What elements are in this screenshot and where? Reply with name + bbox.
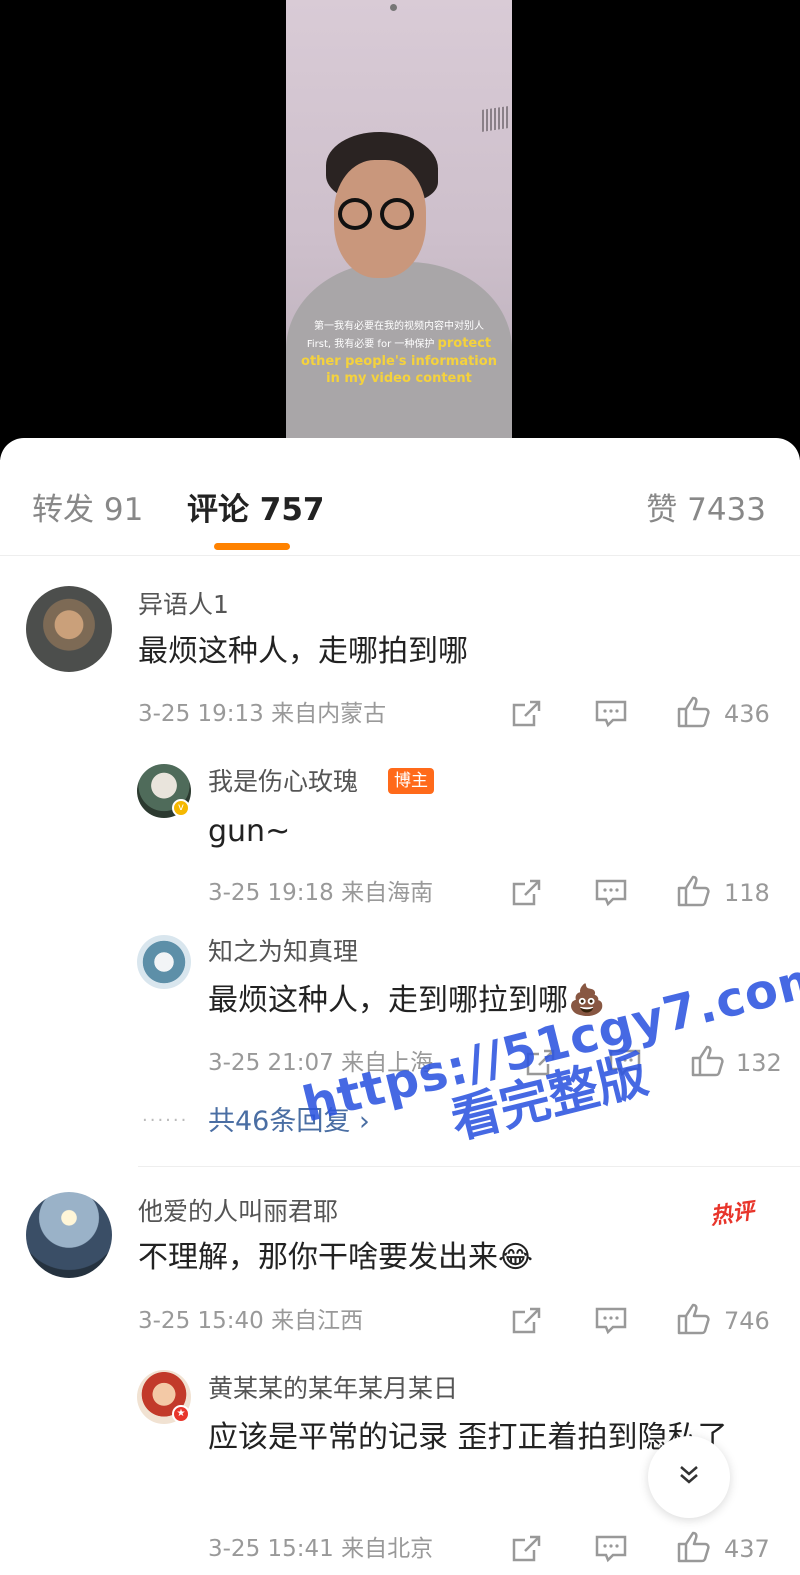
- subtitle-en-protect: protect: [437, 336, 492, 351]
- tab-likes[interactable]: 赞 7433: [646, 490, 766, 530]
- comment-meta: 3-25 19:13 来自内蒙古: [138, 701, 387, 727]
- verified-badge-icon: v: [172, 799, 190, 817]
- like-icon[interactable]: [676, 1531, 712, 1563]
- video-player[interactable]: 第一我有必要在我的视频内容中对别人 First, 我有必要 for 一种保护 p…: [0, 0, 800, 460]
- video-subtitle: 第一我有必要在我的视频内容中对别人 First, 我有必要 for 一种保护 p…: [292, 318, 506, 387]
- reply-username[interactable]: 知之为知真理: [208, 936, 358, 968]
- active-tab-indicator: [214, 543, 290, 550]
- subtitle-zh-2: First, 我有必要 for 一种保护 protect: [292, 335, 506, 353]
- comment-username[interactable]: 异语人1: [138, 589, 229, 621]
- comment-text: 最烦这种人，走哪拍到哪: [138, 634, 468, 669]
- avatar[interactable]: [137, 935, 191, 989]
- like-count: 437: [724, 1535, 770, 1563]
- glasses-left: [338, 198, 372, 230]
- like-count: 118: [724, 879, 770, 907]
- video-frame[interactable]: 第一我有必要在我的视频内容中对别人 First, 我有必要 for 一种保护 p…: [286, 0, 512, 440]
- reply-meta: 3-25 21:07 来自上海: [208, 1050, 434, 1076]
- like-icon[interactable]: [676, 875, 712, 907]
- comment-meta: 3-25 15:40 来自江西: [138, 1308, 364, 1334]
- subtitle-en-3: in my video content: [326, 371, 472, 386]
- reply-username[interactable]: 黄某某的某年某月某日: [208, 1373, 458, 1405]
- like-icon[interactable]: [676, 696, 712, 728]
- share-icon[interactable]: [510, 1306, 542, 1336]
- more-replies-link[interactable]: 共46条回复 ›: [208, 1105, 370, 1139]
- comment-divider: [138, 1166, 800, 1167]
- comment-icon[interactable]: [594, 878, 628, 908]
- like-count: 132: [736, 1049, 782, 1077]
- like-count: 746: [724, 1307, 770, 1335]
- subtitle-en-2: other people's information: [301, 354, 497, 369]
- glasses-right: [380, 198, 414, 230]
- share-icon[interactable]: [510, 1534, 542, 1564]
- avatar[interactable]: [26, 586, 112, 672]
- tab-bar: 转发 91 评论 757 赞 7433: [0, 438, 800, 556]
- subtitle-zh: 第一我有必要在我的视频内容中对别人: [314, 321, 484, 332]
- reply-username[interactable]: 我是伤心玫瑰: [208, 766, 358, 798]
- comment-text: 不理解，那你干啥要发出来😂: [138, 1240, 534, 1275]
- reply-meta: 3-25 15:41 来自北京: [208, 1536, 434, 1562]
- subtitle-zh2-text: First, 我有必要 for 一种保护: [306, 339, 435, 350]
- tab-repost[interactable]: 转发 91: [32, 490, 143, 530]
- author-badge: 博主: [388, 768, 434, 794]
- share-icon[interactable]: [524, 1048, 556, 1078]
- reply-meta: 3-25 19:18 来自海南: [208, 880, 434, 906]
- like-icon[interactable]: [690, 1045, 726, 1077]
- hot-comment-badge: 热评: [708, 1199, 756, 1230]
- chevron-double-down-icon: [678, 1464, 700, 1490]
- avatar[interactable]: [26, 1192, 112, 1278]
- more-dots: ······: [142, 1110, 189, 1131]
- share-icon[interactable]: [510, 699, 542, 729]
- like-count: 436: [724, 700, 770, 728]
- comment-icon[interactable]: [594, 699, 628, 729]
- ceiling-vent: [482, 106, 508, 132]
- share-icon[interactable]: [510, 878, 542, 908]
- comment-username[interactable]: 他爱的人叫丽君耶: [138, 1196, 338, 1228]
- reply-text: 最烦这种人，走到哪拉到哪💩: [208, 983, 606, 1018]
- comment-icon[interactable]: [594, 1534, 628, 1564]
- comment-icon[interactable]: [594, 1306, 628, 1336]
- verified-badge-icon: ★: [172, 1405, 190, 1423]
- comment-icon[interactable]: [608, 1048, 642, 1078]
- scroll-down-button[interactable]: [648, 1436, 730, 1518]
- reply-text: gun~: [208, 814, 291, 849]
- tab-comments[interactable]: 评论 757: [187, 490, 325, 530]
- ceiling-light: [390, 4, 397, 11]
- like-icon[interactable]: [676, 1303, 712, 1335]
